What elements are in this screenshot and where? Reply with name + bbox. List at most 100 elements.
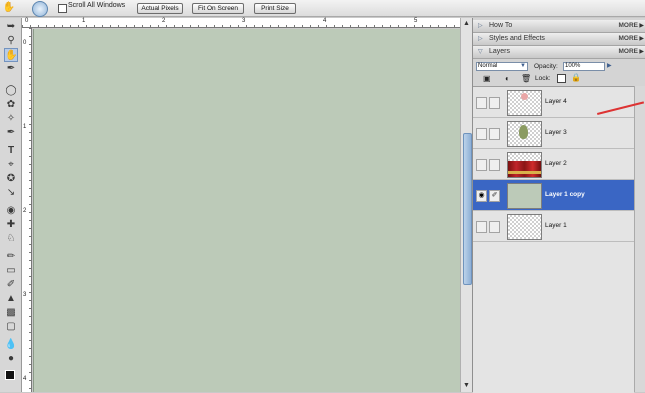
foreground-color-swatch[interactable]: [5, 370, 15, 380]
link-toggle[interactable]: [489, 221, 500, 233]
eyedropper-tool-icon[interactable]: ✒: [4, 62, 18, 76]
tab-layers[interactable]: ▽ Layers MORE ▶: [473, 46, 645, 59]
tab-how-to[interactable]: ▷ How To MORE ▶: [473, 20, 645, 33]
layer-name: Layer 3: [545, 129, 567, 136]
visibility-toggle[interactable]: [476, 221, 487, 233]
ruler-number: 2: [23, 208, 27, 214]
eraser-tool-icon[interactable]: ▭: [4, 264, 18, 278]
ruler-number: 4: [23, 376, 27, 382]
adjustment-layer-icon[interactable]: ◐: [505, 74, 510, 83]
vertical-ruler: 0 1 2 3 4: [22, 28, 32, 392]
sponge-tool-icon[interactable]: ●: [4, 352, 18, 366]
more-button[interactable]: MORE: [619, 46, 639, 58]
lock-label: Lock:: [535, 75, 551, 82]
layer-thumbnail: [507, 152, 542, 178]
layer-row[interactable]: Layer 4: [473, 87, 634, 118]
document-vertical-scrollbar[interactable]: ▲ ▼: [460, 18, 472, 392]
expand-triangle-icon: ▷: [478, 23, 483, 29]
print-size-button[interactable]: Print Size: [254, 3, 296, 14]
pencil-tool-icon[interactable]: ✏: [4, 250, 18, 264]
toolbox: ➥ ⚲ ✋ ✒ ◯ ✿ ✧ ✒ T ⌖ ✪ ↘ ◉ ✚ ♘ ✏ ▭ ✐ ▲ ▩ …: [0, 18, 22, 392]
more-arrow-icon: ▶: [639, 23, 644, 29]
more-arrow-icon: ▶: [639, 36, 644, 42]
link-toggle[interactable]: [489, 128, 500, 140]
selection-brush-tool-icon[interactable]: ✒: [4, 126, 18, 140]
horizontal-ruler: 0 1 2 3 4 5: [22, 18, 460, 28]
ruler-number: 0: [25, 18, 29, 24]
options-bar: ✋ Scroll All Windows Actual Pixels Fit O…: [0, 0, 645, 17]
lock-transparency-checkbox[interactable]: [557, 74, 566, 83]
lock-icon[interactable]: 🔒: [571, 73, 581, 82]
image-canvas[interactable]: [33, 29, 460, 392]
gradient-tool-icon[interactable]: ▩: [4, 306, 18, 320]
visibility-toggle[interactable]: [476, 97, 487, 109]
tab-label: Styles and Effects: [489, 35, 545, 42]
type-tool-icon[interactable]: T: [4, 144, 18, 158]
clone-stamp-tool-icon[interactable]: ♘: [4, 232, 18, 246]
tool-preset-icon[interactable]: [32, 1, 48, 17]
scroll-all-windows-label: Scroll All Windows: [68, 2, 126, 9]
layer-row[interactable]: Layer 2: [473, 149, 634, 180]
blend-mode-select[interactable]: Normal ▼: [476, 62, 528, 71]
tab-label: How To: [489, 22, 513, 29]
layer-row[interactable]: Layer 3: [473, 118, 634, 149]
layer-name: Layer 1 copy: [545, 191, 585, 198]
hand-tool-icon[interactable]: ✋: [2, 1, 16, 15]
lasso-tool-icon[interactable]: ✿: [4, 98, 18, 112]
hand-tool-icon[interactable]: ✋: [4, 48, 18, 62]
collapse-triangle-icon: ▽: [478, 49, 483, 55]
marquee-tool-icon[interactable]: ◯: [4, 84, 18, 98]
move-tool-icon[interactable]: ➥: [4, 20, 18, 34]
visibility-toggle[interactable]: [476, 128, 487, 140]
expand-triangle-icon: ▷: [478, 36, 483, 42]
tab-label: Layers: [489, 48, 511, 55]
brush-tool-icon[interactable]: ✐: [4, 278, 18, 292]
layer-thumbnail: [507, 121, 542, 147]
dropdown-arrow-icon: ▼: [520, 63, 526, 69]
magic-wand-tool-icon[interactable]: ✧: [4, 112, 18, 126]
layer-row[interactable]: ◉ ✐ Layer 1 copy: [473, 180, 634, 211]
eye-icon[interactable]: ◉: [476, 190, 487, 202]
cookie-cutter-tool-icon[interactable]: ✪: [4, 172, 18, 186]
layer-thumbnail: [507, 183, 542, 209]
layer-name: Layer 1: [545, 222, 567, 229]
opacity-label: Opacity:: [534, 63, 558, 70]
layers-scrollbar[interactable]: [634, 86, 645, 392]
paint-bucket-tool-icon[interactable]: ▲: [4, 292, 18, 306]
scroll-up-arrow-icon[interactable]: ▲: [462, 19, 471, 28]
opacity-field[interactable]: 100%: [563, 62, 605, 71]
ruler-number: 4: [323, 18, 327, 24]
ruler-number: 1: [82, 18, 86, 24]
fit-on-screen-button[interactable]: Fit On Screen: [192, 3, 244, 14]
ruler-number: 3: [242, 18, 246, 24]
new-layer-icon[interactable]: ▣: [483, 74, 491, 83]
more-button[interactable]: MORE: [619, 33, 639, 45]
red-eye-tool-icon[interactable]: ◉: [4, 204, 18, 218]
layer-row[interactable]: Layer 1: [473, 211, 634, 242]
brush-icon[interactable]: ✐: [489, 190, 500, 202]
link-toggle[interactable]: [489, 97, 500, 109]
tab-styles-and-effects[interactable]: ▷ Styles and Effects MORE ▶: [473, 33, 645, 46]
opacity-value: 100%: [565, 63, 581, 69]
layer-thumbnail: [507, 214, 542, 240]
ruler-number: 3: [23, 292, 27, 298]
straighten-tool-icon[interactable]: ↘: [4, 186, 18, 200]
visibility-toggle[interactable]: [476, 159, 487, 171]
scroll-down-arrow-icon[interactable]: ▼: [462, 381, 471, 390]
shape-tool-icon[interactable]: ▢: [4, 320, 18, 334]
scroll-all-windows-checkbox[interactable]: [58, 4, 67, 13]
blur-tool-icon[interactable]: 💧: [4, 338, 18, 352]
more-arrow-icon: ▶: [639, 49, 644, 55]
trash-icon[interactable]: 🗑: [521, 74, 531, 83]
ruler-number: 2: [162, 18, 166, 24]
opacity-slider-arrow-icon[interactable]: ▶: [607, 62, 612, 69]
more-button[interactable]: MORE: [619, 20, 639, 32]
scrollbar-thumb[interactable]: [463, 133, 472, 285]
link-toggle[interactable]: [489, 159, 500, 171]
palette-bin: ▷ How To MORE ▶ ▷ Styles and Effects MOR…: [472, 18, 645, 393]
spot-healing-tool-icon[interactable]: ✚: [4, 218, 18, 232]
layer-name: Layer 2: [545, 160, 567, 167]
actual-pixels-button[interactable]: Actual Pixels: [137, 3, 183, 14]
zoom-tool-icon[interactable]: ⚲: [4, 34, 18, 48]
crop-tool-icon[interactable]: ⌖: [4, 158, 18, 172]
